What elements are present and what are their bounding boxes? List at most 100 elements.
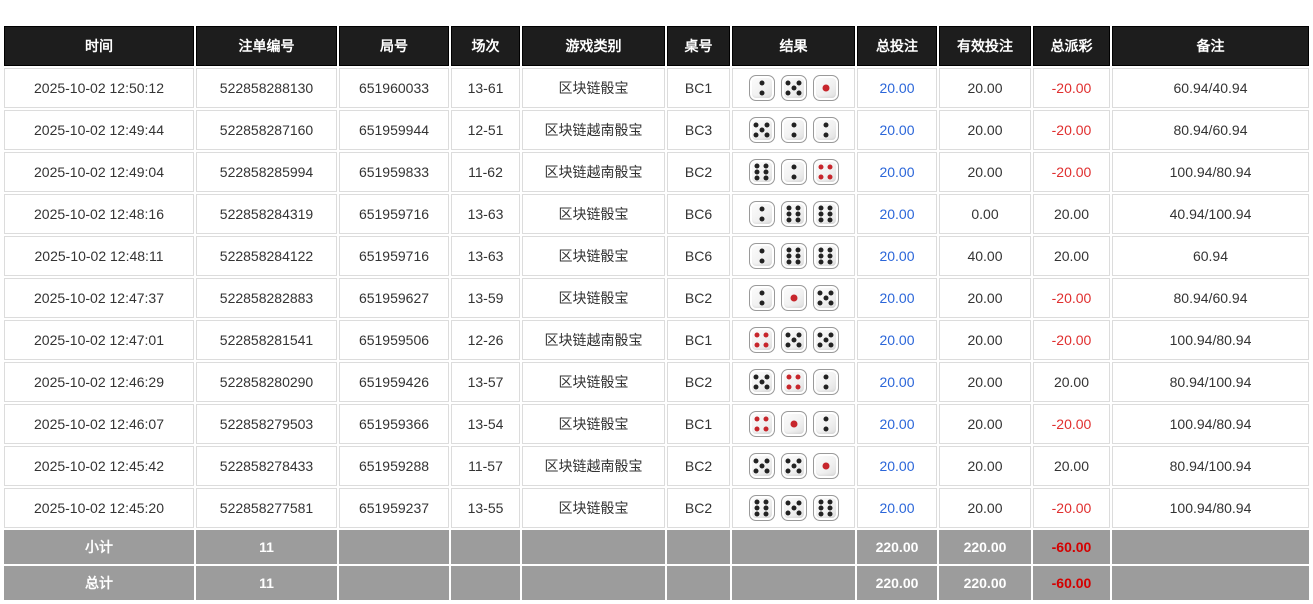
dice-6-icon — [749, 159, 775, 185]
dice-6-icon — [813, 201, 839, 227]
cell-round_no: 651959288 — [339, 446, 449, 486]
cell-valid_bet: 20.00 — [939, 110, 1031, 150]
dice-2-icon — [749, 75, 775, 101]
cell-remark: 60.94/40.94 — [1112, 68, 1309, 108]
cell-bet_id: 522858284319 — [196, 194, 337, 234]
column-header-total_bet: 总投注 — [857, 26, 937, 66]
grand-total-row: 总计11220.00220.00-60.00 — [4, 566, 1309, 600]
dice-5-icon — [749, 369, 775, 395]
cell-dice — [732, 236, 855, 276]
cell-remark: 80.94/100.94 — [1112, 446, 1309, 486]
total-bet-link[interactable]: 20.00 — [879, 500, 914, 516]
cell-dice — [732, 320, 855, 360]
cell-time: 2025-10-02 12:46:29 — [4, 362, 194, 402]
cell-game_type: 区块链骰宝 — [522, 236, 665, 276]
cell-dice — [732, 404, 855, 444]
column-header-dice: 结果 — [732, 26, 855, 66]
cell-total_bet: 20.00 — [857, 110, 937, 150]
column-header-bet_id: 注单编号 — [196, 26, 337, 66]
total-bet-link[interactable]: 20.00 — [879, 206, 914, 222]
cell-dice — [732, 446, 855, 486]
cell-time: 2025-10-02 12:49:44 — [4, 110, 194, 150]
cell-total_bet: 20.00 — [857, 446, 937, 486]
cell-session: 13-63 — [451, 236, 520, 276]
column-header-round_no: 局号 — [339, 26, 449, 66]
cell-time: 2025-10-02 12:48:16 — [4, 194, 194, 234]
cell-round_no: 651959506 — [339, 320, 449, 360]
cell-bet_id: 522858284122 — [196, 236, 337, 276]
grand-total-cell-payout: -60.00 — [1033, 566, 1110, 600]
cell-round_no: 651959237 — [339, 488, 449, 528]
column-header-remark: 备注 — [1112, 26, 1309, 66]
total-bet-link[interactable]: 20.00 — [879, 458, 914, 474]
dice-6-icon — [813, 243, 839, 269]
cell-total_bet: 20.00 — [857, 320, 937, 360]
cell-total_bet: 20.00 — [857, 68, 937, 108]
cell-game_type: 区块链骰宝 — [522, 488, 665, 528]
subtotal-cell-payout: -60.00 — [1033, 530, 1110, 564]
cell-valid_bet: 40.00 — [939, 236, 1031, 276]
cell-payout: 20.00 — [1033, 446, 1110, 486]
cell-bet_id: 522858285994 — [196, 152, 337, 192]
total-bet-link[interactable]: 20.00 — [879, 80, 914, 96]
cell-dice — [732, 488, 855, 528]
cell-payout: -20.00 — [1033, 278, 1110, 318]
dice-6-icon — [781, 201, 807, 227]
cell-payout: 20.00 — [1033, 194, 1110, 234]
dice-result — [735, 369, 852, 395]
dice-result — [735, 327, 852, 353]
grand-total-cell-total_bet: 220.00 — [857, 566, 937, 600]
total-bet-link[interactable]: 20.00 — [879, 416, 914, 432]
cell-game_type: 区块链越南骰宝 — [522, 152, 665, 192]
cell-payout: -20.00 — [1033, 320, 1110, 360]
subtotal-row: 小计11220.00220.00-60.00 — [4, 530, 1309, 564]
cell-payout: -20.00 — [1033, 488, 1110, 528]
cell-remark: 80.94/100.94 — [1112, 362, 1309, 402]
total-bet-link[interactable]: 20.00 — [879, 332, 914, 348]
total-bet-link[interactable]: 20.00 — [879, 122, 914, 138]
cell-game_type: 区块链骰宝 — [522, 194, 665, 234]
cell-round_no: 651960033 — [339, 68, 449, 108]
dice-2-icon — [781, 117, 807, 143]
cell-session: 11-62 — [451, 152, 520, 192]
cell-game_type: 区块链越南骰宝 — [522, 446, 665, 486]
table-row: 2025-10-02 12:45:20522858277581651959237… — [4, 488, 1309, 528]
cell-bet_id: 522858279503 — [196, 404, 337, 444]
dice-1-icon — [781, 411, 807, 437]
subtotal-cell-label: 小计 — [4, 530, 194, 564]
cell-valid_bet: 0.00 — [939, 194, 1031, 234]
cell-table_no: BC2 — [667, 278, 730, 318]
cell-session: 13-59 — [451, 278, 520, 318]
table-body: 2025-10-02 12:50:12522858288130651960033… — [4, 68, 1309, 600]
cell-payout: -20.00 — [1033, 68, 1110, 108]
total-bet-link[interactable]: 20.00 — [879, 290, 914, 306]
cell-game_type: 区块链越南骰宝 — [522, 110, 665, 150]
cell-bet_id: 522858277581 — [196, 488, 337, 528]
cell-total_bet: 20.00 — [857, 194, 937, 234]
cell-valid_bet: 20.00 — [939, 404, 1031, 444]
cell-table_no: BC6 — [667, 236, 730, 276]
dice-2-icon — [749, 285, 775, 311]
cell-dice — [732, 362, 855, 402]
total-bet-link[interactable]: 20.00 — [879, 248, 914, 264]
cell-table_no: BC6 — [667, 194, 730, 234]
subtotal-cell-total_bet: 220.00 — [857, 530, 937, 564]
cell-table_no: BC1 — [667, 320, 730, 360]
cell-payout: 20.00 — [1033, 362, 1110, 402]
table-row: 2025-10-02 12:50:12522858288130651960033… — [4, 68, 1309, 108]
cell-game_type: 区块链骰宝 — [522, 362, 665, 402]
grand-total-cell-session — [451, 566, 520, 600]
cell-round_no: 651959366 — [339, 404, 449, 444]
cell-valid_bet: 20.00 — [939, 320, 1031, 360]
total-bet-link[interactable]: 20.00 — [879, 164, 914, 180]
cell-remark: 80.94/60.94 — [1112, 110, 1309, 150]
cell-total_bet: 20.00 — [857, 488, 937, 528]
cell-table_no: BC3 — [667, 110, 730, 150]
column-header-time: 时间 — [4, 26, 194, 66]
bet-records-table: 时间注单编号局号场次游戏类别桌号结果总投注有效投注总派彩备注 2025-10-0… — [2, 24, 1311, 602]
cell-total_bet: 20.00 — [857, 236, 937, 276]
column-header-session: 场次 — [451, 26, 520, 66]
total-bet-link[interactable]: 20.00 — [879, 374, 914, 390]
cell-dice — [732, 194, 855, 234]
dice-result — [735, 285, 852, 311]
